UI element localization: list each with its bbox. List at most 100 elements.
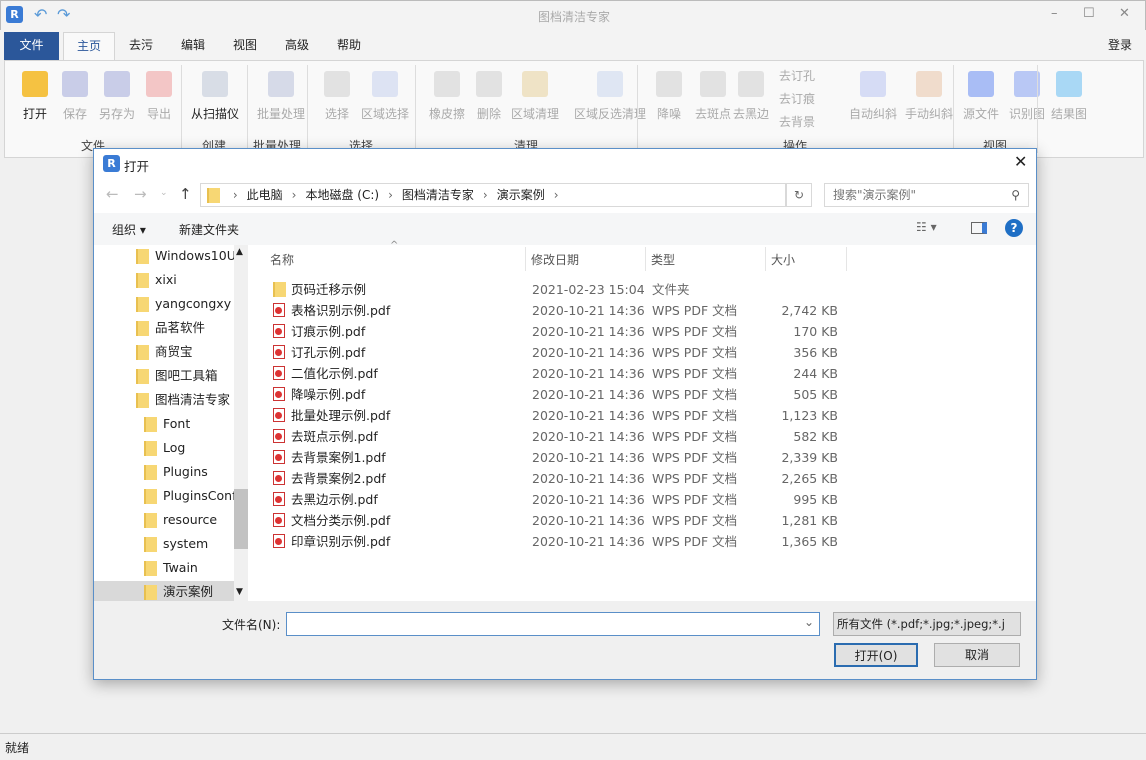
ribbon-button-cursor[interactable]: 选择 [313,69,361,122]
ribbon-button-area-clean[interactable]: 区域清理 [511,69,559,122]
column-divider[interactable] [846,247,847,271]
nav-scrollbar[interactable]: ▲ ▼ [234,245,248,601]
nav-item[interactable]: system [94,533,234,555]
address-bar[interactable]: › 此电脑 › 本地磁盘 (C:) › 图档清洁专家 › 演示案例 › [200,183,786,207]
ribbon-button-recognized-image[interactable]: 识别图 [1003,69,1051,122]
filename-input[interactable]: ⌄ [286,612,820,636]
refresh-icon[interactable]: ↻ [786,183,812,207]
maximize-button[interactable]: ☐ [1083,6,1095,21]
column-divider[interactable] [765,247,766,271]
nav-item[interactable]: Log [94,437,234,459]
ribbon-button-remove-border[interactable]: 去黑边 [727,69,775,122]
column-header[interactable]: 名称 [270,251,294,268]
open-button[interactable]: 打开(O) [834,643,918,667]
denoise-icon [656,71,682,97]
nav-item[interactable]: resource [94,509,234,531]
nav-item[interactable]: PluginsConfi [94,485,234,507]
pdf-file-icon [273,513,285,527]
open-file-dialog: R 打开 ✕ ← → ⌄ ↑ › 此电脑 › 本地磁盘 (C:) › 图档清洁专家 › 演示案… [93,148,1037,680]
ribbon-button-trash[interactable]: 删除 [465,69,513,122]
nav-item[interactable]: 图档清洁专家 [94,389,234,411]
tab-help[interactable]: 帮助 [323,32,375,60]
tab-home[interactable]: 主页 [63,32,115,60]
ribbon-button-source-image[interactable]: 源文件 [957,69,1005,122]
forward-arrow-icon[interactable]: → [134,185,147,203]
folder-icon [144,441,157,456]
nav-item[interactable]: yangcongxy [94,293,234,315]
nav-item[interactable]: 演示案例 [94,581,234,601]
file-row[interactable]: 页码迁移示例 2021-02-23 15:04 文件夹 [269,279,869,300]
file-row[interactable]: 表格识别示例.pdf 2020-10-21 14:36 WPS PDF 文档 2,74… [269,300,869,321]
ribbon-button-label: 去黑边 [732,107,769,121]
column-header[interactable]: 大小 [771,251,795,268]
file-row[interactable]: 批量处理示例.pdf 2020-10-21 14:36 WPS PDF 文档 1,12… [269,405,869,426]
nav-item[interactable]: Font [94,413,234,435]
nav-item-label: Log [163,440,186,455]
file-row[interactable]: 去背景案例1.pdf 2020-10-21 14:36 WPS PDF 文档 2,33… [269,447,869,468]
ribbon-button-scanner[interactable]: 从扫描仪 [191,69,239,122]
file-name: 订孔示例.pdf [291,345,366,360]
breadcrumb-item[interactable]: 演示案例 [497,188,545,202]
close-button[interactable]: ✕ [1119,6,1130,21]
tab-advanced[interactable]: 高级 [271,32,323,60]
ribbon-button-batch[interactable]: 批量处理 [257,69,305,122]
ribbon-button-area-invert-clean[interactable]: 区域反选清理 [573,69,647,122]
ribbon-button-export[interactable]: 导出 [135,69,183,122]
file-row[interactable]: 印章识别示例.pdf 2020-10-21 14:36 WPS PDF 文档 1,36… [269,531,869,552]
file-row[interactable]: 订痕示例.pdf 2020-10-21 14:36 WPS PDF 文档 170 KB [269,321,869,342]
tab-file[interactable]: 文件 [4,32,59,60]
view-options-icon[interactable]: ☷ ▾ [916,220,937,234]
login-link[interactable]: 登录 [1100,32,1140,60]
help-icon[interactable]: ? [1005,219,1023,237]
search-input[interactable]: 搜索"演示案例" ⚲ [824,183,1029,207]
ribbon-button-manual-deskew[interactable]: 手动纠斜 [901,69,957,122]
up-arrow-icon[interactable]: ↑ [179,185,192,203]
tab-decontaminate[interactable]: 去污 [115,32,167,60]
file-row[interactable]: 二值化示例.pdf 2020-10-21 14:36 WPS PDF 文档 244 K… [269,363,869,384]
file-row[interactable]: 降噪示例.pdf 2020-10-21 14:36 WPS PDF 文档 505 KB [269,384,869,405]
minimize-button[interactable]: – [1051,6,1058,21]
nav-item[interactable]: Windows10U| [94,245,234,267]
ribbon-button-save[interactable]: 保存 [51,69,99,122]
nav-item[interactable]: Plugins [94,461,234,483]
cancel-button[interactable]: 取消 [934,643,1020,667]
preview-pane-icon[interactable] [971,222,987,234]
column-header[interactable]: 类型 [651,251,675,268]
dialog-close-icon[interactable]: ✕ [1014,152,1027,171]
ribbon-button-label: 源文件 [962,107,999,121]
tab-view[interactable]: 视图 [219,32,271,60]
tab-edit[interactable]: 编辑 [167,32,219,60]
file-row[interactable]: 去斑点示例.pdf 2020-10-21 14:36 WPS PDF 文档 582 K… [269,426,869,447]
file-type: WPS PDF 文档 [652,429,738,444]
file-type-select[interactable]: 所有文件 (*.pdf;*.jpg;*.jpeg;*.j [833,612,1021,636]
breadcrumb-item[interactable]: 本地磁盘 (C:) [305,188,379,202]
column-divider[interactable] [645,247,646,271]
organize-menu[interactable]: 组织 ▾ [112,221,146,238]
ribbon-button-area-select[interactable]: 区域选择 [361,69,409,122]
ribbon-button-eraser[interactable]: 橡皮擦 [423,69,471,122]
nav-item[interactable]: 品茗软件 [94,317,234,339]
ribbon-button-result-image[interactable]: 结果图 [1045,69,1093,122]
ribbon-small-2[interactable]: 去背景 [779,113,815,130]
breadcrumb-item[interactable]: 此电脑 [247,188,283,202]
ribbon-button-auto-deskew[interactable]: 自动纠斜 [845,69,901,122]
new-folder-button[interactable]: 新建文件夹 [179,221,239,238]
pdf-file-icon [273,492,285,506]
breadcrumb-item[interactable]: 图档清洁专家 [402,188,474,202]
file-row[interactable]: 去背景案例2.pdf 2020-10-21 14:36 WPS PDF 文档 2,26… [269,468,869,489]
ribbon-button-denoise[interactable]: 降噪 [645,69,693,122]
nav-item[interactable]: xixi [94,269,234,291]
back-arrow-icon[interactable]: ← [106,185,119,203]
column-divider[interactable] [525,247,526,271]
file-row[interactable]: 文档分类示例.pdf 2020-10-21 14:36 WPS PDF 文档 1,28… [269,510,869,531]
ribbon-button-save-as[interactable]: 另存为 [93,69,141,122]
ribbon-small-1[interactable]: 去订痕 [779,90,815,107]
file-row[interactable]: 去黑边示例.pdf 2020-10-21 14:36 WPS PDF 文档 995 K… [269,489,869,510]
ribbon-small-0[interactable]: 去订孔 [779,67,815,84]
column-header[interactable]: 修改日期 [531,251,579,268]
file-row[interactable]: 订孔示例.pdf 2020-10-21 14:36 WPS PDF 文档 356 KB [269,342,869,363]
nav-item[interactable]: 图吧工具箱 [94,365,234,387]
nav-item[interactable]: 商贸宝 [94,341,234,363]
recent-chevron-icon[interactable]: ⌄ [160,188,168,198]
nav-item[interactable]: Twain [94,557,234,579]
